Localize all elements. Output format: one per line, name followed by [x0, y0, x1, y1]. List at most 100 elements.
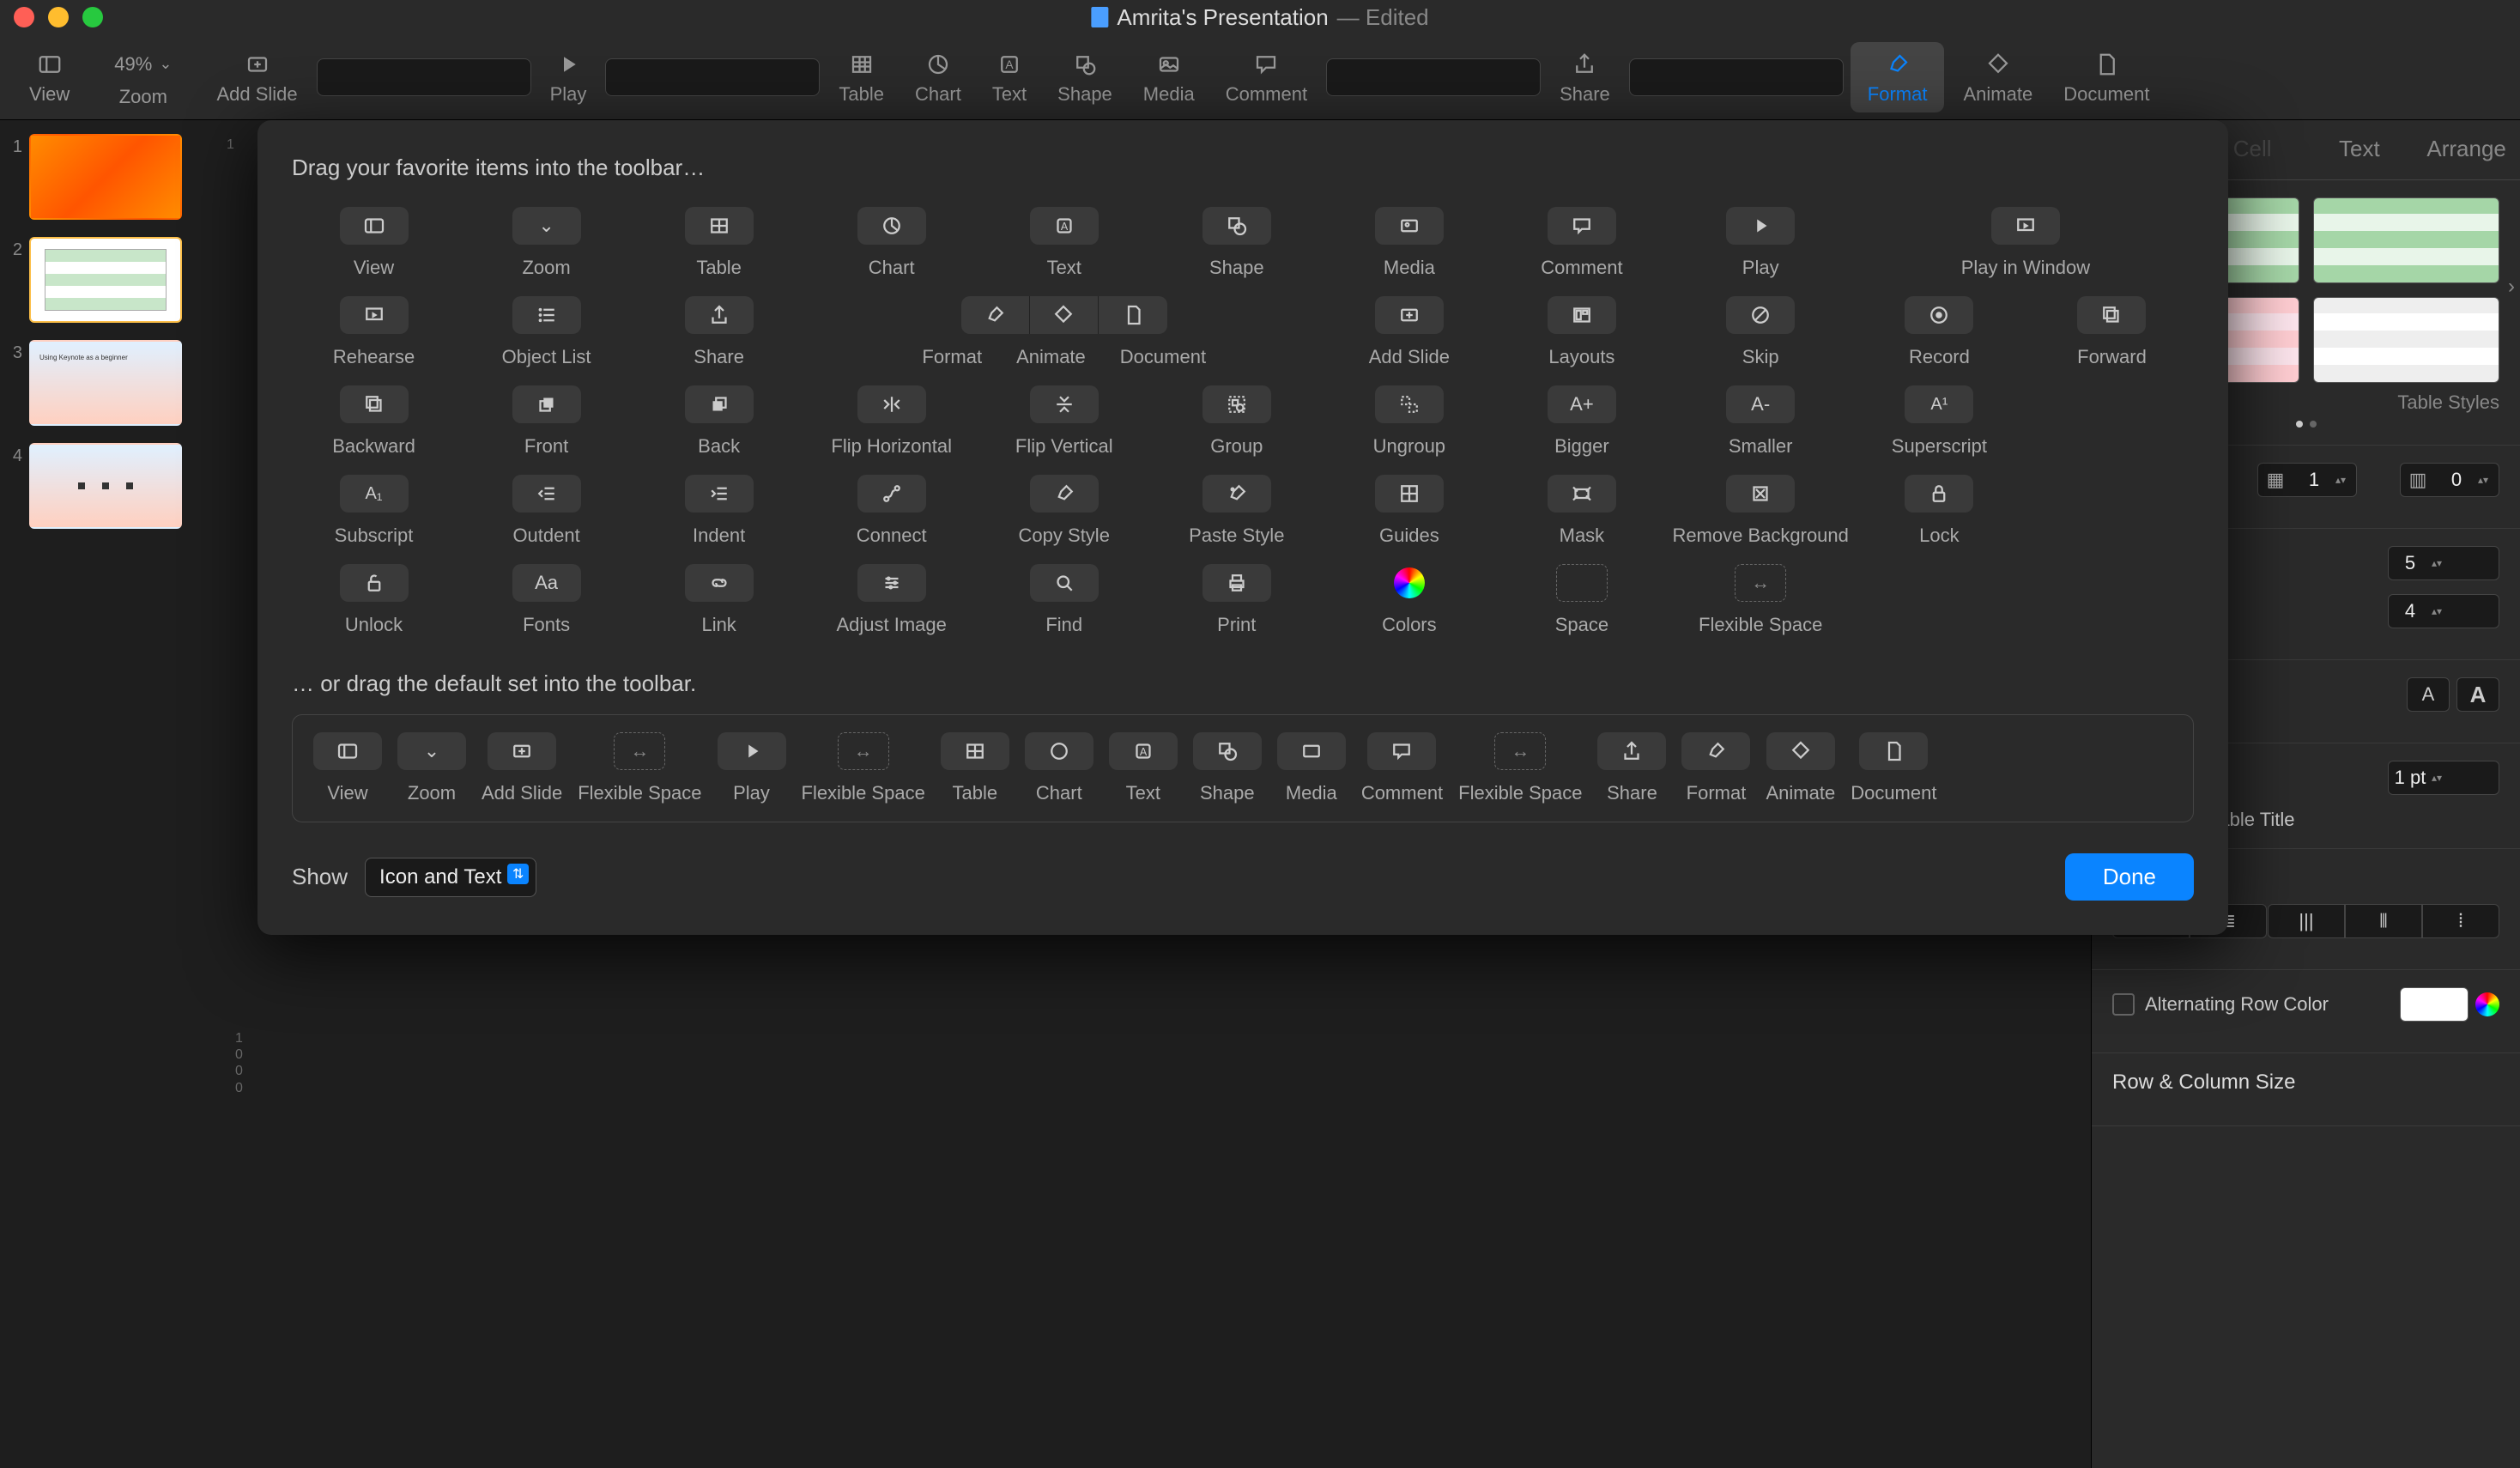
default-flex-1[interactable]: Flexible Space: [578, 732, 701, 804]
outline-width-stepper[interactable]: ▴▾: [2388, 761, 2499, 795]
toolbar-field-2[interactable]: [605, 58, 820, 96]
item-smaller[interactable]: A-Smaller: [1672, 385, 1848, 458]
item-copy-style[interactable]: Copy Style: [982, 475, 1146, 547]
zoom-button[interactable]: 49% Zoom: [88, 46, 197, 108]
comment-button[interactable]: Comment: [1214, 49, 1319, 106]
default-document[interactable]: Document: [1851, 732, 1936, 804]
item-link[interactable]: Link: [637, 564, 801, 636]
default-chart[interactable]: Chart: [1025, 732, 1093, 804]
animate-button[interactable]: Animate: [1951, 49, 2044, 106]
item-back[interactable]: Back: [637, 385, 801, 458]
item-play-in-window[interactable]: Play in Window: [1857, 207, 2194, 279]
item-print[interactable]: Print: [1154, 564, 1318, 636]
slide-3-thumb[interactable]: Using Keynote as a beginner: [29, 340, 182, 426]
slide-1-thumb[interactable]: [29, 134, 182, 220]
default-add-slide[interactable]: Add Slide: [482, 732, 562, 804]
item-forward[interactable]: Forward: [2030, 296, 2194, 368]
default-text[interactable]: AText: [1109, 732, 1178, 804]
chart-button[interactable]: Chart: [903, 49, 973, 106]
item-table[interactable]: Table: [637, 207, 801, 279]
item-text[interactable]: AText: [982, 207, 1146, 279]
tab-text[interactable]: Text: [2306, 120, 2414, 179]
tab-arrange[interactable]: Arrange: [2413, 120, 2520, 179]
default-share[interactable]: Share: [1597, 732, 1666, 804]
item-space[interactable]: Space: [1499, 564, 1663, 636]
color-wheel-icon[interactable]: [2475, 992, 2499, 1016]
item-layouts[interactable]: Layouts: [1499, 296, 1663, 368]
zoom-dropdown[interactable]: 49%: [100, 46, 185, 82]
document-seg[interactable]: [1099, 296, 1167, 334]
item-remove-background[interactable]: Remove Background: [1672, 475, 1848, 547]
item-indent[interactable]: Indent: [637, 475, 801, 547]
toolbar-field-4[interactable]: [1629, 58, 1844, 96]
item-share[interactable]: Share: [637, 296, 801, 368]
format-button[interactable]: Format: [1851, 42, 1945, 112]
item-lock[interactable]: Lock: [1857, 475, 2021, 547]
item-flip-horizontal[interactable]: Flip Horizontal: [809, 385, 973, 458]
item-superscript[interactable]: A¹Superscript: [1857, 385, 2021, 458]
default-format[interactable]: Format: [1681, 732, 1750, 804]
cols-stepper[interactable]: ▴▾: [2388, 594, 2499, 628]
alt-row-color-well[interactable]: [2400, 987, 2469, 1022]
item-view[interactable]: View: [292, 207, 456, 279]
outline-width-value[interactable]: [2389, 767, 2432, 789]
header-rows-value[interactable]: [2293, 469, 2335, 491]
view-button[interactable]: View: [17, 49, 82, 106]
item-skip[interactable]: Skip: [1672, 296, 1848, 368]
add-slide-button[interactable]: Add Slide: [204, 49, 309, 106]
item-mask[interactable]: Mask: [1499, 475, 1663, 547]
item-shape[interactable]: Shape: [1154, 207, 1318, 279]
table-style-white[interactable]: [2313, 297, 2500, 383]
cols-value[interactable]: [2389, 600, 2432, 622]
item-play[interactable]: Play: [1672, 207, 1848, 279]
item-find[interactable]: Find: [982, 564, 1146, 636]
show-mode-popup[interactable]: Icon and Text: [365, 858, 536, 897]
slides-panel[interactable]: 1 2 3 Using Keynote as a beginner 4: [0, 120, 230, 1468]
toolbar-field-1[interactable]: [317, 58, 531, 96]
item-zoom[interactable]: ⌄Zoom: [464, 207, 628, 279]
format-seg[interactable]: [961, 296, 1030, 334]
default-media[interactable]: Media: [1277, 732, 1346, 804]
default-toolbar-set[interactable]: View ⌄Zoom Add Slide Flexible Space Play…: [292, 714, 2194, 822]
share-button[interactable]: Share: [1548, 49, 1622, 106]
play-button[interactable]: Play: [538, 49, 599, 106]
header-rows-stepper[interactable]: ▦▴▾: [2257, 463, 2357, 497]
default-flex-2[interactable]: Flexible Space: [802, 732, 925, 804]
done-button[interactable]: Done: [2065, 853, 2194, 901]
default-zoom[interactable]: ⌄Zoom: [397, 732, 466, 804]
item-outdent[interactable]: Outdent: [464, 475, 628, 547]
shape-button[interactable]: Shape: [1045, 49, 1124, 106]
media-button[interactable]: Media: [1131, 49, 1207, 106]
item-group[interactable]: Group: [1154, 385, 1318, 458]
item-backward[interactable]: Backward: [292, 385, 456, 458]
table-style-green-2[interactable]: [2313, 197, 2500, 283]
item-media[interactable]: Media: [1327, 207, 1491, 279]
gridlines-v-2[interactable]: ⦀: [2345, 904, 2422, 938]
item-subscript[interactable]: A₁Subscript: [292, 475, 456, 547]
font-smaller-button[interactable]: A: [2407, 677, 2450, 712]
toolbar-field-3[interactable]: [1326, 58, 1541, 96]
rows-stepper[interactable]: ▴▾: [2388, 546, 2499, 580]
gridlines-v-1[interactable]: |||: [2268, 904, 2345, 938]
item-adjust-image[interactable]: Adjust Image: [809, 564, 973, 636]
window-minimize-icon[interactable]: [48, 7, 69, 27]
item-front[interactable]: Front: [464, 385, 628, 458]
slide-2-thumb[interactable]: [29, 237, 182, 323]
item-connect[interactable]: Connect: [809, 475, 973, 547]
item-unlock[interactable]: Unlock: [292, 564, 456, 636]
table-button[interactable]: Table: [827, 49, 896, 106]
item-flip-vertical[interactable]: Flip Vertical: [982, 385, 1146, 458]
slide-thumb[interactable]: 3 Using Keynote as a beginner: [9, 340, 221, 426]
checkbox-icon[interactable]: [2112, 993, 2135, 1016]
item-format-animate-document[interactable]: FormatAnimateDocument: [809, 296, 1318, 368]
slide-4-thumb[interactable]: [29, 443, 182, 529]
slide-thumb[interactable]: 1: [9, 134, 221, 220]
text-button[interactable]: A Text: [980, 49, 1039, 106]
default-shape[interactable]: Shape: [1193, 732, 1262, 804]
item-comment[interactable]: Comment: [1499, 207, 1663, 279]
item-chart[interactable]: Chart: [809, 207, 973, 279]
gridlines-v-3[interactable]: ⦙: [2422, 904, 2499, 938]
item-rehearse[interactable]: Rehearse: [292, 296, 456, 368]
item-paste-style[interactable]: Paste Style: [1154, 475, 1318, 547]
default-play[interactable]: Play: [718, 732, 786, 804]
